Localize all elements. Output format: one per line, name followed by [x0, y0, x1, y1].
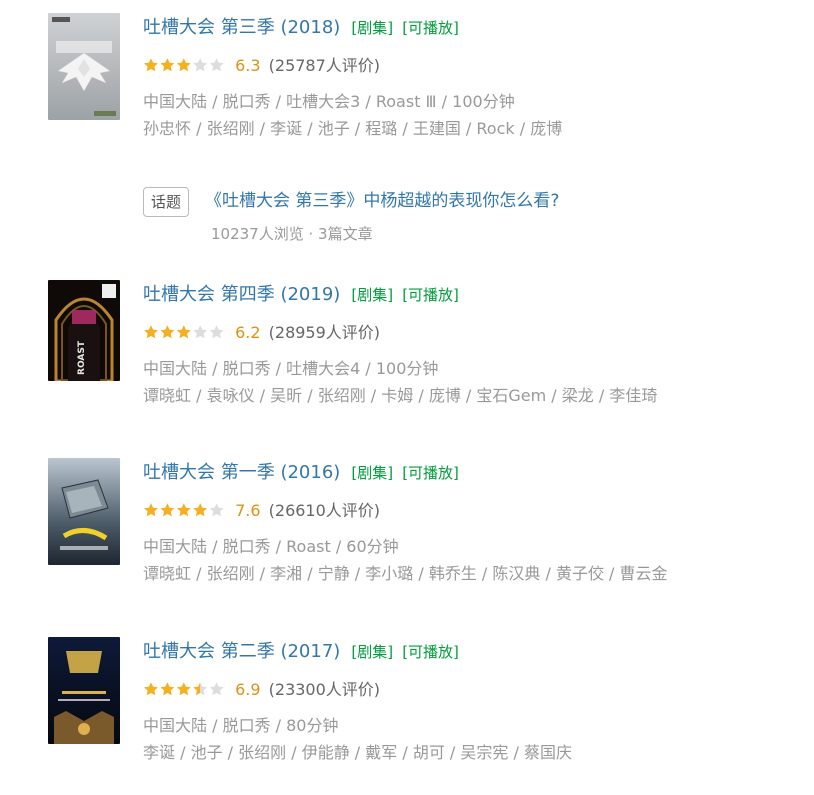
item-title-link[interactable]: 吐槽大会 第三季 (2018): [143, 17, 340, 38]
rating-star-icon: [193, 682, 208, 696]
tag-drama[interactable]: [剧集]: [351, 464, 393, 482]
rating-score: 6.2: [235, 323, 261, 342]
rating-star-icon: [144, 503, 158, 517]
tag-playable[interactable]: [可播放]: [402, 19, 459, 37]
tag-playable[interactable]: [可播放]: [402, 286, 459, 304]
rating-star-icon: [144, 325, 158, 339]
rating-star-icon: [209, 503, 224, 517]
tag-playable[interactable]: [可播放]: [402, 464, 459, 482]
rating-stars: [143, 502, 225, 518]
rating-score: 7.6: [235, 501, 261, 520]
rating-star-icon: [209, 325, 224, 339]
tag-drama[interactable]: [剧集]: [351, 19, 393, 37]
rating-star-icon: [144, 58, 158, 72]
rating-star-icon: [160, 682, 175, 696]
item-title-link[interactable]: 吐槽大会 第二季 (2017): [143, 641, 340, 662]
tag-drama[interactable]: [剧集]: [351, 286, 393, 304]
poster-image[interactable]: ROAST: [48, 280, 120, 381]
poster-image[interactable]: [48, 458, 120, 565]
rating-count: (25787人评价): [268, 56, 381, 75]
topic-badge[interactable]: 话题: [143, 187, 190, 217]
rating-count: (23300人评价): [268, 680, 381, 699]
rating-star-icon: [176, 503, 191, 517]
topic-title-link[interactable]: 《吐槽大会 第三季》中杨超越的表现你怎么看?: [205, 187, 559, 215]
item-cast: 孙忠怀 / 张绍刚 / 李诞 / 池子 / 程璐 / 王建国 / Rock / …: [143, 119, 563, 138]
rating-star-icon: [144, 682, 158, 696]
item-meta: 中国大陆 / 脱口秀 / 80分钟: [143, 716, 339, 735]
item-cast: 谭晓虹 / 袁咏仪 / 吴昕 / 张绍刚 / 卡姆 / 庞博 / 宝石Gem /…: [143, 386, 658, 405]
item-cast: 李诞 / 池子 / 张绍刚 / 伊能静 / 戴军 / 胡可 / 吴宗宪 / 蔡国…: [143, 743, 572, 762]
rating-score: 6.9: [235, 680, 261, 699]
item-title-link[interactable]: 吐槽大会 第一季 (2016): [143, 462, 340, 483]
item-meta: 中国大陆 / 脱口秀 / Roast / 60分钟: [143, 537, 399, 556]
rating-stars: [143, 57, 225, 73]
rating-star-icon: [176, 58, 191, 72]
rating-star-icon: [193, 58, 208, 72]
rating-count: (28959人评价): [268, 323, 381, 342]
rating-star-icon: [160, 325, 175, 339]
rating-star-icon: [176, 682, 191, 696]
poster-image[interactable]: [48, 13, 120, 120]
search-results: 吐槽大会 第三季 (2018) [剧集] [可播放] 6.3 (25787人评价…: [0, 0, 814, 795]
rating-star-icon: [160, 503, 175, 517]
tag-playable[interactable]: [可播放]: [402, 643, 459, 661]
poster-image[interactable]: [48, 637, 120, 744]
item-meta: 中国大陆 / 脱口秀 / 吐槽大会4 / 100分钟: [143, 359, 439, 378]
rating-star-icon: [193, 503, 208, 517]
rating-star-icon: [193, 325, 208, 339]
rating-stars: [143, 324, 225, 340]
item-title-link[interactable]: 吐槽大会 第四季 (2019): [143, 284, 340, 305]
svg-text:ROAST: ROAST: [77, 340, 87, 375]
item-meta: 中国大陆 / 脱口秀 / 吐槽大会3 / Roast Ⅲ / 100分钟: [143, 92, 515, 111]
rating-star-icon: [209, 58, 224, 72]
rating-star-icon: [209, 682, 224, 696]
rating-star-icon: [176, 325, 191, 339]
rating-count: (26610人评价): [268, 501, 381, 520]
tag-drama[interactable]: [剧集]: [351, 643, 393, 661]
rating-stars: [143, 681, 225, 697]
rating-star-icon: [160, 58, 175, 72]
item-cast: 谭晓虹 / 张绍刚 / 李湘 / 宁静 / 李小璐 / 韩乔生 / 陈汉典 / …: [143, 564, 668, 583]
topic-stats: 10237人浏览 · 3篇文章: [211, 225, 373, 243]
rating-score: 6.3: [235, 56, 261, 75]
